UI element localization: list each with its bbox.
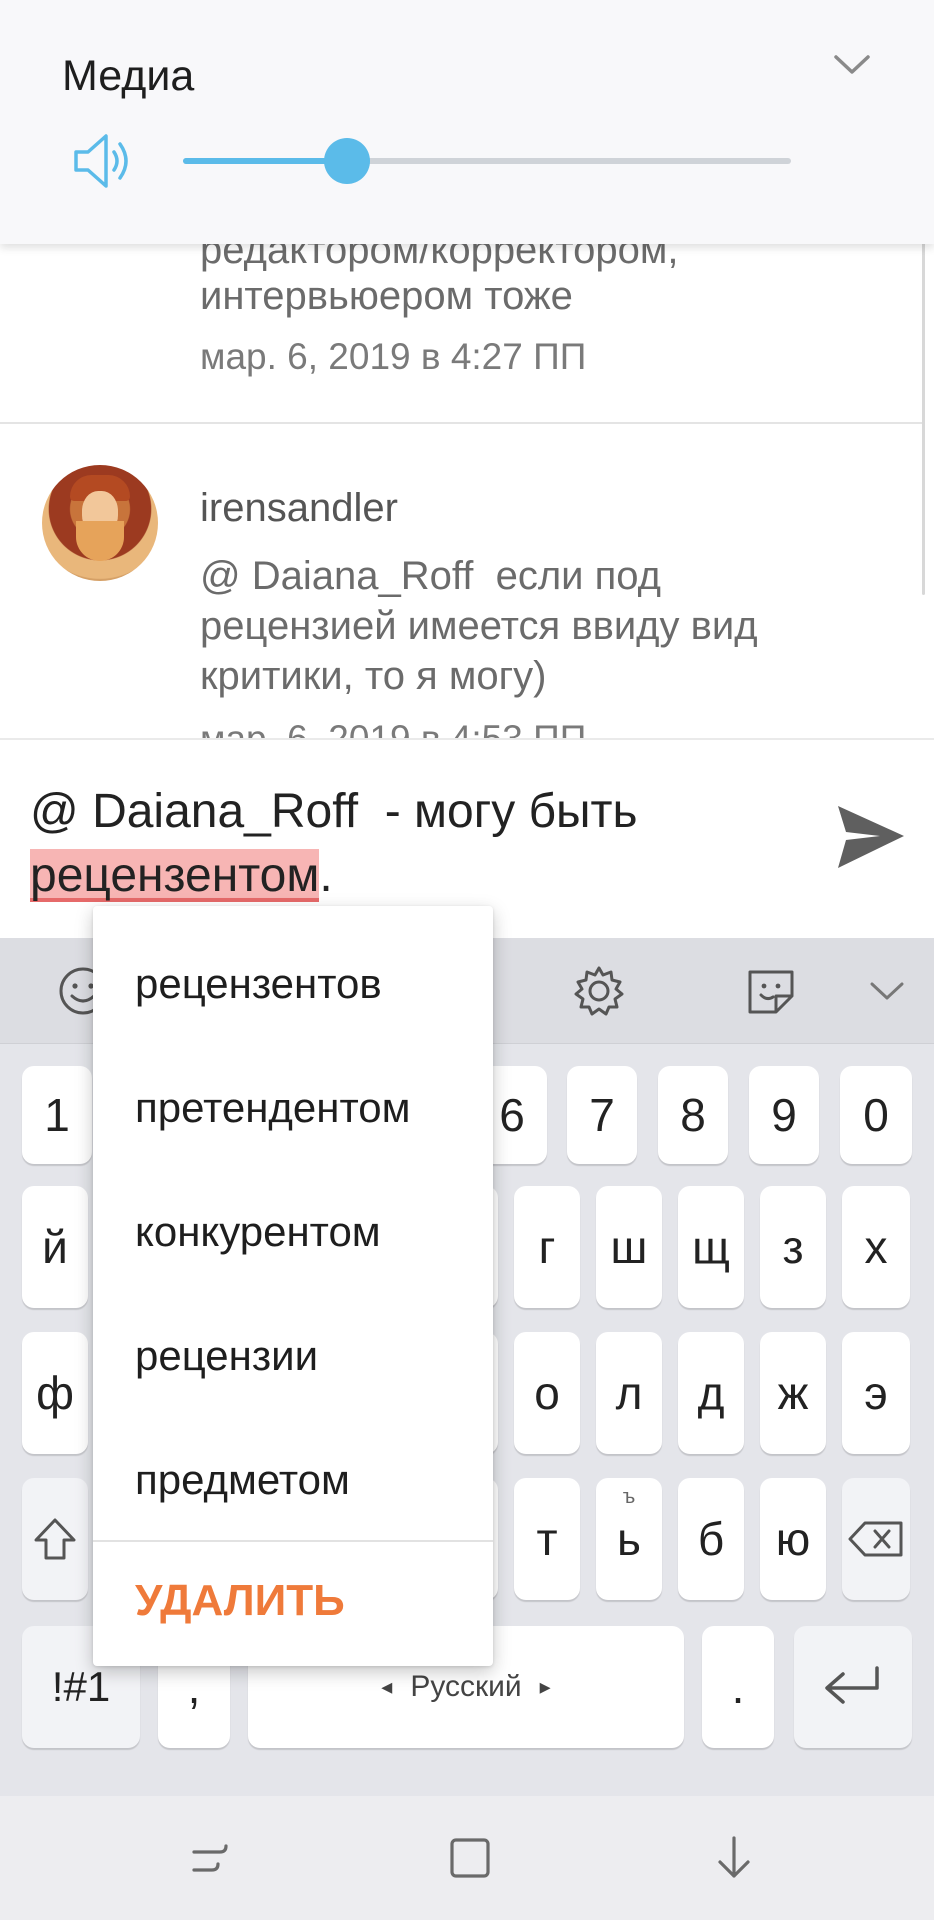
comment-divider [0,422,922,424]
key-о[interactable]: о [514,1332,580,1454]
comment-input-line[interactable]: рецензентом. [30,844,333,908]
key-й[interactable]: й [22,1186,88,1308]
send-icon[interactable] [836,802,906,872]
back-icon[interactable] [708,1832,760,1884]
key-д[interactable]: д [678,1332,744,1454]
recent-apps-icon[interactable] [184,1832,236,1884]
sticker-icon[interactable] [742,962,800,1020]
backspace-icon [848,1521,903,1557]
comment-text-line: @ Daiana_Roff если под [200,554,661,598]
key-т[interactable]: т [514,1478,580,1600]
key-0[interactable]: 0 [840,1066,912,1164]
key-ш[interactable]: ш [596,1186,662,1308]
media-volume-panel: Медиа [0,0,934,244]
avatar[interactable] [42,465,158,581]
backspace-key[interactable] [842,1478,910,1600]
key-7[interactable]: 7 [567,1066,637,1164]
key-э[interactable]: э [842,1332,910,1454]
key-л[interactable]: л [596,1332,662,1454]
comment-input-line[interactable]: @ Daiana_Roff - могу быть [30,780,638,844]
key-г[interactable]: г [514,1186,580,1308]
key-label: ь [617,1513,641,1565]
misspelled-word[interactable]: рецензентом [30,849,320,902]
comment-date: мар. 6, 2019 в 4:53 ПП [200,718,586,738]
comment-text-line: интервьюером тоже [200,274,573,318]
suggestion-item[interactable]: предметом [135,1456,350,1504]
suggestion-item[interactable]: претендентом [135,1084,410,1132]
speaker-icon[interactable] [72,130,138,192]
space-label: Русский [410,1670,522,1703]
comment-input-end: . [319,849,333,902]
volume-slider[interactable] [183,138,791,184]
key-ф[interactable]: ф [22,1332,88,1454]
shift-icon [34,1518,76,1560]
volume-slider-fill [183,158,348,164]
comment-date: мар. 6, 2019 в 4:27 ПП [200,336,587,377]
media-title: Медиа [62,52,195,100]
comment-author[interactable]: irensandler [200,482,398,534]
delete-word-button[interactable]: УДАЛИТЬ [135,1576,345,1626]
period-key[interactable]: . [702,1626,774,1748]
chevron-right-icon: ▸ [539,1674,551,1699]
suggestion-item[interactable]: рецензии [135,1332,318,1380]
enter-key[interactable] [794,1626,912,1748]
chevron-down-icon[interactable] [832,50,872,80]
home-icon[interactable] [444,1832,496,1884]
key-9[interactable]: 9 [749,1066,819,1164]
suggestion-item[interactable]: конкурентом [135,1208,381,1256]
chevron-down-icon[interactable] [858,962,916,1020]
key-1[interactable]: 1 [22,1066,92,1164]
settings-icon[interactable] [570,962,628,1020]
key-hint: ъ [622,1486,636,1508]
comment-text-line: критики, то я могу) [200,654,547,698]
scrollbar[interactable] [922,240,925,595]
key-з[interactable]: з [760,1186,826,1308]
key-щ[interactable]: щ [678,1186,744,1308]
key-ю[interactable]: ю [760,1478,826,1600]
key-б[interactable]: б [678,1478,744,1600]
suggestion-divider [93,1540,493,1542]
key-ж[interactable]: ж [760,1332,826,1454]
volume-slider-thumb[interactable] [324,138,371,184]
key-8[interactable]: 8 [658,1066,728,1164]
shift-key[interactable] [22,1478,88,1600]
navigation-bar [0,1796,934,1920]
comment-text-line: рецензией имеется ввиду вид [200,604,758,648]
spelling-suggestions-popup: рецензентов претендентом конкурентом рец… [93,906,493,1666]
enter-icon [825,1666,879,1704]
chevron-left-icon: ◂ [381,1674,393,1699]
suggestion-item[interactable]: рецензентов [135,960,382,1008]
key-х[interactable]: х [842,1186,910,1308]
key-ь[interactable]: ъ ь [596,1478,662,1600]
